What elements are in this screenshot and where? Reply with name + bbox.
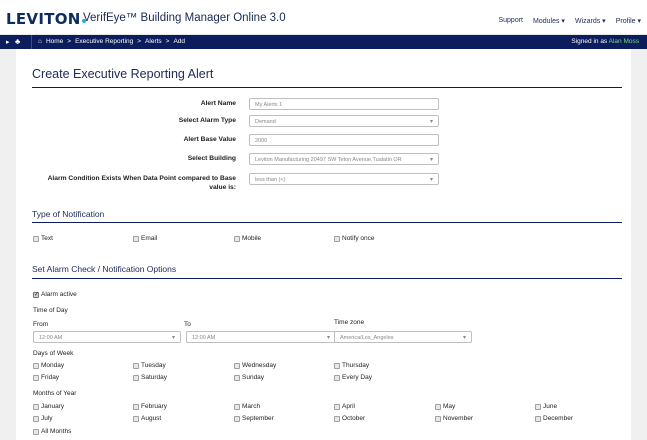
user-name-link[interactable]: Alan Moss — [609, 38, 639, 45]
to-time-select[interactable]: 12:00 AM — [186, 331, 336, 343]
alarm-options-heading: Set Alarm Check / Notification Options — [32, 264, 177, 274]
all-months-checkbox[interactable]: All Months — [33, 428, 71, 435]
nav-modules[interactable]: Modules — [533, 17, 565, 25]
breadcrumb-bar: ▸ ♣ ⌂ Home > Executive Reporting > Alert… — [0, 35, 647, 49]
crumb-sep: > — [137, 38, 142, 45]
day-wednesday-checkbox[interactable]: Wednesday — [234, 362, 276, 369]
email-checkbox[interactable]: Email — [133, 235, 157, 242]
mobile-checkbox[interactable]: Mobile — [234, 235, 261, 242]
home-icon: ⌂ — [38, 38, 42, 45]
text-checkbox[interactable]: Text — [33, 235, 53, 242]
building-label: Select Building — [187, 155, 236, 162]
sitemap-icon[interactable]: ♣ — [15, 37, 20, 46]
signed-in-status: Signed in as Alan Moss — [571, 38, 639, 45]
month-september-checkbox[interactable]: September — [234, 415, 274, 422]
expand-arrow-icon[interactable]: ▸ — [6, 38, 10, 46]
month-december-checkbox[interactable]: December — [535, 415, 573, 422]
day-saturday-checkbox[interactable]: Saturday — [133, 374, 167, 381]
crumb-alerts[interactable]: Alerts — [145, 38, 162, 45]
month-april-checkbox[interactable]: April — [334, 403, 355, 410]
alert-name-label: Alert Name — [200, 100, 236, 107]
timezone-select[interactable]: America/Los_Angeles — [334, 331, 472, 343]
content-area: Create Executive Reporting Alert Alert N… — [0, 49, 647, 440]
crumb-executive-reporting[interactable]: Executive Reporting — [75, 38, 133, 45]
day-friday-checkbox[interactable]: Friday — [33, 374, 59, 381]
app-title: VerifEye™ Building Manager Online 3.0 — [83, 12, 286, 24]
month-may-checkbox[interactable]: May — [435, 403, 455, 410]
crumb-home[interactable]: Home — [46, 38, 63, 45]
building-select[interactable]: Leviton Manufacturing 20497 SW Teton Ave… — [249, 153, 439, 165]
base-value-label: Alert Base Value — [183, 136, 236, 143]
month-february-checkbox[interactable]: February — [133, 403, 167, 410]
timezone-label: Time zone — [334, 319, 365, 326]
month-august-checkbox[interactable]: August — [133, 415, 161, 422]
divider — [32, 87, 622, 88]
month-october-checkbox[interactable]: October — [334, 415, 365, 422]
alert-name-input[interactable]: My Alerts 1 — [249, 98, 439, 110]
months-of-year-label: Months of Year — [33, 390, 77, 397]
top-nav: Support Modules Wizards Profile — [498, 17, 641, 25]
notify-once-checkbox[interactable]: Notify once — [334, 235, 375, 242]
alarm-condition-select[interactable]: less than (<) — [249, 173, 439, 185]
day-monday-checkbox[interactable]: Monday — [33, 362, 64, 369]
nav-support[interactable]: Support — [498, 17, 523, 25]
divider — [32, 222, 622, 223]
day-tuesday-checkbox[interactable]: Tuesday — [133, 362, 166, 369]
to-label: To — [184, 321, 191, 328]
crumb-add: Add — [173, 38, 186, 45]
leviton-logo[interactable]: LEVITON — [6, 10, 86, 28]
alarm-type-select[interactable]: Demand — [249, 115, 439, 127]
days-of-week-label: Days of Week — [33, 350, 74, 357]
month-march-checkbox[interactable]: March — [234, 403, 260, 410]
from-label: From — [33, 321, 49, 328]
page-title: Create Executive Reporting Alert — [32, 67, 214, 81]
from-time-select[interactable]: 12:00 AM — [33, 331, 181, 343]
every-day-checkbox[interactable]: Every Day — [334, 374, 372, 381]
month-january-checkbox[interactable]: January — [33, 403, 64, 410]
crumb-sep: > — [165, 38, 170, 45]
nav-profile[interactable]: Profile — [616, 17, 641, 25]
alarm-active-checkbox[interactable]: Alarm active — [33, 291, 77, 298]
form-panel: Create Executive Reporting Alert Alert N… — [16, 49, 631, 440]
day-sunday-checkbox[interactable]: Sunday — [234, 374, 264, 381]
month-june-checkbox[interactable]: June — [535, 403, 557, 410]
crumb-sep: > — [67, 38, 72, 45]
month-july-checkbox[interactable]: July — [33, 415, 53, 422]
divider — [31, 35, 32, 49]
time-of-day-label: Time of Day — [33, 307, 68, 314]
alarm-condition-label: Alarm Condition Exists When Data Point c… — [47, 175, 236, 191]
breadcrumb: ⌂ Home > Executive Reporting > Alerts > … — [38, 38, 185, 45]
notification-heading: Type of Notification — [32, 209, 105, 219]
alarm-type-label: Select Alarm Type — [178, 117, 236, 124]
month-november-checkbox[interactable]: November — [435, 415, 473, 422]
base-value-input[interactable]: 2000 — [249, 134, 439, 146]
day-thursday-checkbox[interactable]: Thursday — [334, 362, 369, 369]
nav-wizards[interactable]: Wizards — [575, 17, 606, 25]
divider — [32, 278, 622, 279]
top-header: LEVITON VerifEye™ Building Manager Onlin… — [0, 0, 647, 35]
